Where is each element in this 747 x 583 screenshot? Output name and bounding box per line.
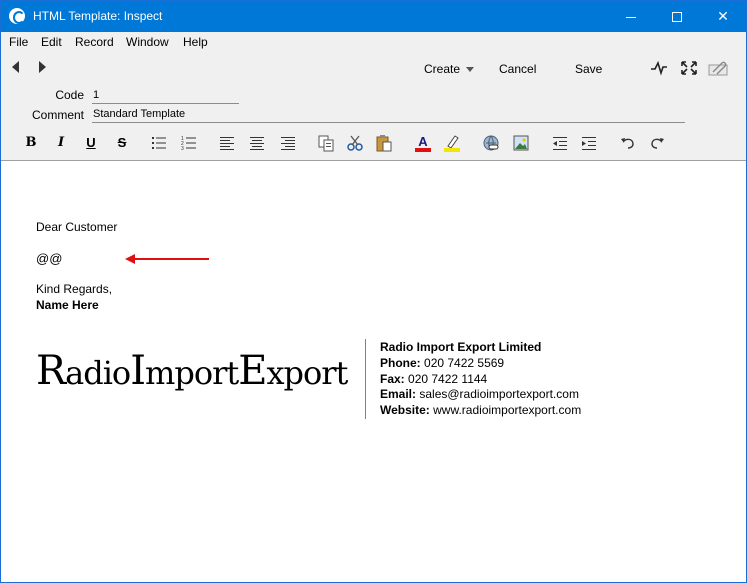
- greeting-text: Dear Customer: [36, 220, 118, 234]
- minimize-button[interactable]: [608, 1, 654, 32]
- copy-icon[interactable]: [316, 133, 336, 153]
- maximize-button[interactable]: [654, 1, 700, 32]
- signature-divider: [365, 339, 366, 419]
- menu-window[interactable]: Window: [126, 35, 169, 49]
- create-button[interactable]: Create: [424, 62, 475, 76]
- cancel-button[interactable]: Cancel: [499, 62, 536, 76]
- back-arrow-icon[interactable]: [12, 61, 19, 73]
- signature-name: Name Here: [36, 298, 99, 312]
- phone-line: Phone: 020 7422 5569: [380, 356, 505, 370]
- company-logo: RadioImportExport: [36, 348, 348, 394]
- undo-icon[interactable]: [618, 133, 638, 153]
- italic-button[interactable]: I: [51, 133, 71, 153]
- code-label: Code: [55, 88, 84, 102]
- save-button[interactable]: Save: [575, 62, 602, 76]
- font-color-glyph: A: [418, 134, 428, 149]
- paperclip-icon[interactable]: [707, 60, 729, 76]
- highlight-icon[interactable]: [442, 133, 462, 153]
- html-template-window: HTML Template: Inspect ✕ File Edit Recor…: [0, 0, 747, 583]
- cut-icon[interactable]: [345, 133, 365, 153]
- window-title: HTML Template: Inspect: [33, 9, 163, 23]
- menu-record[interactable]: Record: [75, 35, 114, 49]
- align-left-icon[interactable]: [217, 133, 237, 153]
- menu-file[interactable]: File: [9, 35, 28, 49]
- bold-button[interactable]: B: [21, 133, 41, 153]
- align-right-icon[interactable]: [278, 133, 298, 153]
- maximize-icon: [672, 12, 682, 23]
- record-toolbar: Create Cancel Save: [1, 52, 746, 84]
- paste-icon[interactable]: [374, 133, 394, 153]
- link-icon[interactable]: [481, 133, 501, 153]
- comment-label: Comment: [31, 108, 84, 122]
- company-name: Radio Import Export Limited: [380, 340, 542, 354]
- indent-icon[interactable]: [579, 133, 599, 153]
- create-label: Create: [424, 62, 461, 76]
- header-form: Code 1 Comment Standard Template: [1, 83, 746, 129]
- strikethrough-button[interactable]: S: [112, 133, 132, 153]
- image-icon[interactable]: [511, 133, 531, 153]
- numbered-list-icon[interactable]: 1 2 3: [179, 133, 199, 153]
- close-button[interactable]: ✕: [700, 1, 746, 32]
- menu-edit[interactable]: Edit: [41, 35, 62, 49]
- underline-button[interactable]: U: [81, 133, 101, 153]
- close-icon: ✕: [717, 8, 729, 24]
- align-center-icon[interactable]: [247, 133, 267, 153]
- forward-arrow-icon[interactable]: [39, 61, 46, 73]
- menu-bar: File Edit Record Window Help: [1, 32, 746, 52]
- email-line: Email: sales@radioimportexport.com: [380, 387, 579, 401]
- expand-icon[interactable]: [680, 60, 698, 76]
- code-field[interactable]: 1: [92, 88, 239, 104]
- formatting-toolbar: B I U S 1 2 3 A: [1, 129, 746, 161]
- menu-help[interactable]: Help: [183, 35, 208, 49]
- minimize-icon: [626, 16, 636, 18]
- chevron-down-icon: [466, 67, 475, 73]
- bulleted-list-icon[interactable]: [149, 133, 169, 153]
- font-color-icon[interactable]: A: [413, 133, 433, 153]
- activity-icon[interactable]: [650, 60, 668, 76]
- title-bar: HTML Template: Inspect ✕: [1, 1, 746, 32]
- app-icon[interactable]: [9, 8, 25, 24]
- closing-text: Kind Regards,: [36, 282, 113, 296]
- placeholder-text: @@: [36, 251, 63, 266]
- red-arrow-icon: [125, 254, 209, 264]
- svg-text:3: 3: [181, 146, 184, 152]
- fax-line: Fax: 020 7422 1144: [380, 372, 488, 386]
- redo-icon[interactable]: [647, 133, 667, 153]
- html-editor[interactable]: Dear Customer @@ Kind Regards, Name Here…: [1, 161, 746, 582]
- outdent-icon[interactable]: [550, 133, 570, 153]
- comment-field[interactable]: Standard Template: [92, 107, 685, 123]
- website-line: Website: www.radioimportexport.com: [380, 403, 582, 417]
